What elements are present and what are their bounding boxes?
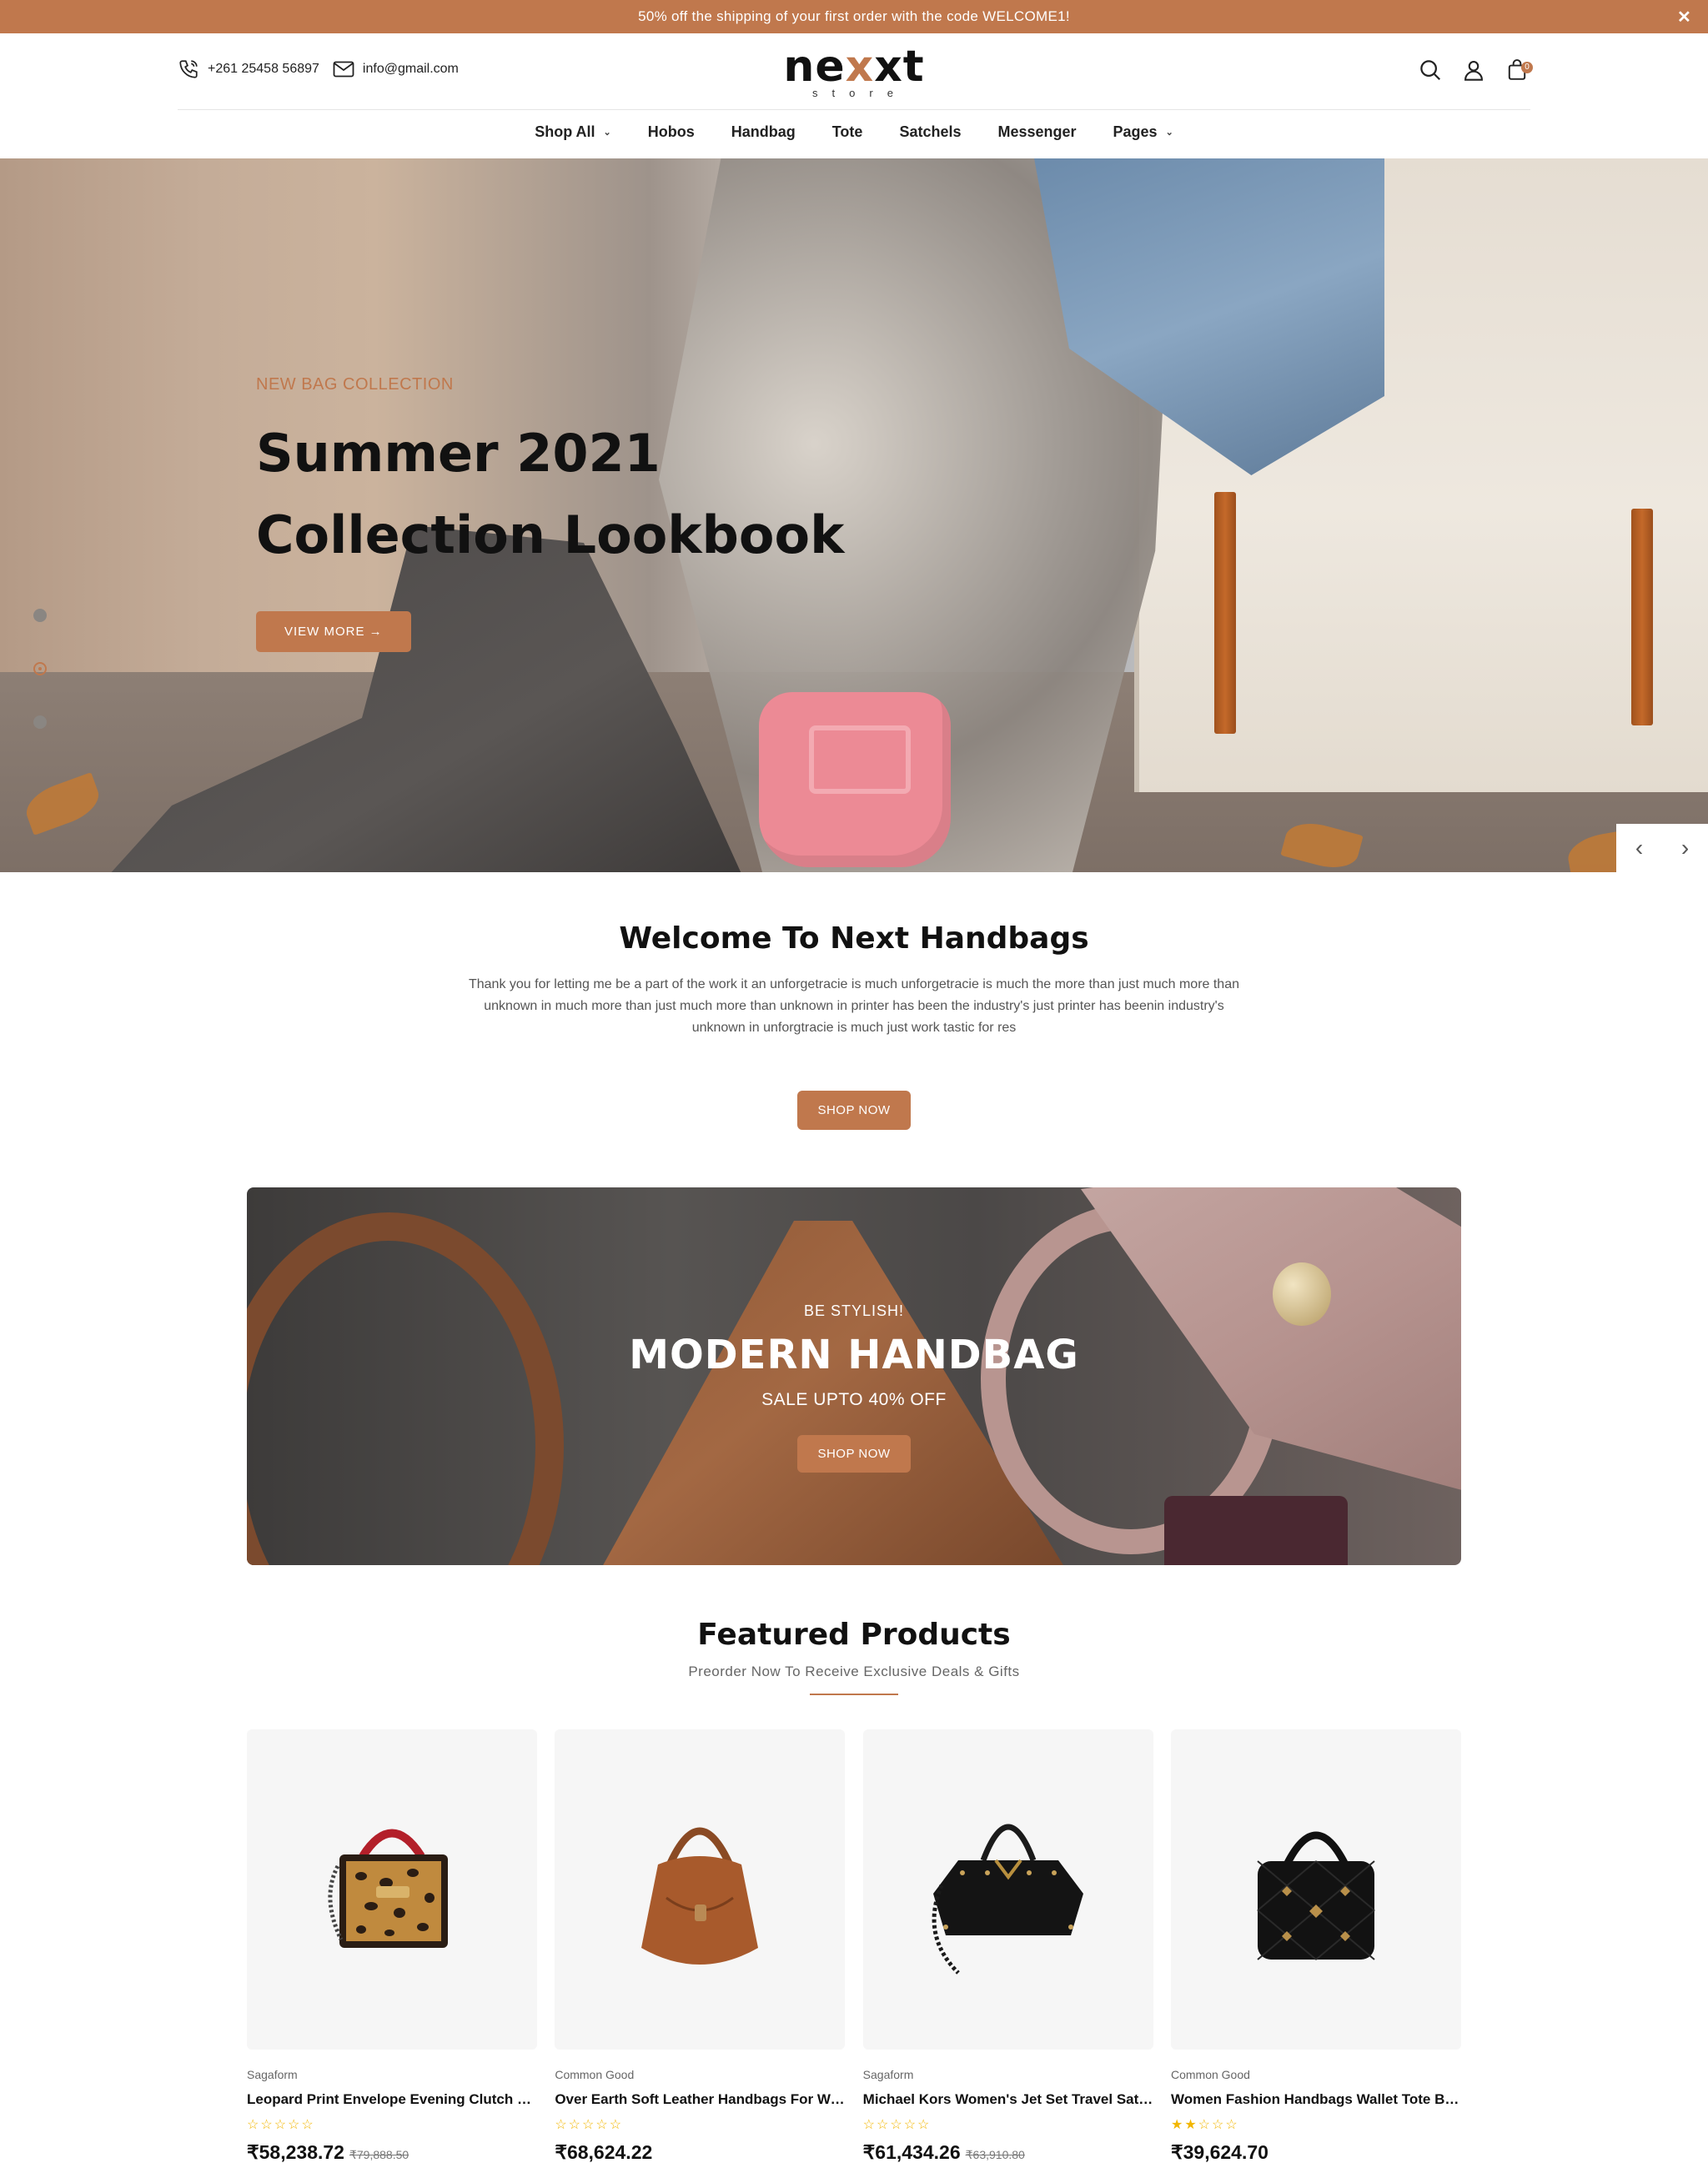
nav-satchels[interactable]: Satchels [899,123,961,141]
product-name[interactable]: Women Fashion Handbags Wallet Tote Bag [1171,2091,1461,2108]
mail-icon [333,61,354,78]
slider-dot-1[interactable] [33,609,47,622]
banner-shop-now-button[interactable]: SHOP NOW [797,1435,911,1473]
product-image[interactable] [1170,1729,1461,2050]
current-price: ₹39,624.70 [1170,2141,1268,2163]
product-name[interactable]: Michael Kors Women's Jet Set Travel Satc… [863,2091,1153,2108]
nav-shop-all[interactable]: Shop All ⌄ [535,123,611,141]
site-header: +261 25458 56897 info@gmail.com nexxt st… [0,33,1708,158]
product-image[interactable] [247,1729,537,2050]
product-image[interactable] [862,1729,1153,2050]
slider-arrows: ‹ › [1616,824,1708,872]
current-price: ₹61,434.26 [862,2141,961,2163]
header-divider [178,109,1530,110]
featured-divider [810,1694,898,1695]
hero-slider: NEW BAG COLLECTION Summer 2021 Collectio… [0,158,1708,872]
product-name[interactable]: Over Earth Soft Leather Handbags For Wom… [555,2091,845,2108]
logo-wordmark: nexxt [783,42,925,92]
product-image[interactable] [555,1729,846,2050]
welcome-text: Thank you for letting me be a part of th… [468,977,1239,1035]
rating-stars: ★★☆☆☆ [1170,2118,1239,2132]
account-icon[interactable] [1460,57,1487,83]
announcement-bar: 50% off the shipping of your first order… [0,0,1708,33]
store-logo[interactable]: nexxt store [771,43,937,99]
product-brand: Common Good [555,2068,635,2081]
banner-title: MODERN HANDBAG [629,1332,1079,1378]
product-card[interactable]: Sagaform Leopard Print Envelope Evening … [247,1729,537,2164]
nav-tote[interactable]: Tote [832,123,863,141]
banner-subtitle: SALE UPTO 40% OFF [761,1390,947,1409]
nav-messenger[interactable]: Messenger [997,123,1076,141]
current-price: ₹58,238.72 [247,2141,344,2163]
announcement-text: 50% off the shipping of your first order… [638,8,1070,24]
slider-dot-3[interactable] [33,715,47,729]
original-price: ₹79,888.50 [349,2148,409,2161]
hero-kicker: NEW BAG COLLECTION [256,375,454,394]
featured-subtitle: Preorder Now To Receive Exclusive Deals … [688,1664,1020,1679]
search-icon[interactable] [1417,57,1444,83]
welcome-section: Welcome To Next Handbags Thank you for l… [0,921,1708,1130]
rating-stars: ☆☆☆☆☆ [247,2118,315,2132]
nav-hobos[interactable]: Hobos [648,123,695,141]
banner-burgundy-bag-image [1164,1496,1348,1565]
email-contact[interactable]: info@gmail.com [333,60,459,78]
nav-pages[interactable]: Pages ⌄ [1113,123,1173,141]
welcome-title: Welcome To Next Handbags [619,921,1089,956]
current-price: ₹68,624.22 [555,2141,653,2163]
product-price: ₹58,238.72 ₹79,888.50 [247,2141,537,2164]
hero-content: NEW BAG COLLECTION Summer 2021 Collectio… [256,375,844,652]
slider-dots [33,609,47,769]
shop-now-button[interactable]: SHOP NOW [797,1091,911,1130]
email-address: info@gmail.com [362,62,459,76]
product-grid: Sagaform Leopard Print Envelope Evening … [247,1729,1461,2164]
chevron-right-icon[interactable]: › [1662,824,1708,872]
hero-title: Summer 2021 Collection Lookbook [256,423,845,565]
rating-stars: ☆☆☆☆☆ [555,2118,624,2132]
product-price: ₹61,434.26 ₹63,910.80 [863,2141,1153,2164]
product-brand: Sagaform [247,2068,298,2081]
banner-kicker: BE STYLISH! [803,1302,905,1319]
product-brand: Sagaform [862,2068,914,2081]
slider-dot-2[interactable] [33,662,47,675]
featured-title: Featured Products [697,1618,1011,1652]
main-nav: Shop All ⌄ Hobos Handbag Tote Satchels Me… [0,123,1708,141]
phone-number: +261 25458 56897 [208,62,319,76]
chevron-left-icon[interactable]: ‹ [1616,824,1662,872]
product-brand: Common Good [1170,2068,1250,2081]
original-price: ₹63,910.80 [965,2148,1025,2161]
chevron-down-icon: ⌄ [1165,128,1173,138]
chevron-down-icon: ⌄ [603,128,611,138]
header-actions: 0 [1400,57,1533,83]
product-price: ₹68,624.22 [555,2141,845,2164]
phone-icon [179,60,198,78]
contact-info: +261 25458 56897 info@gmail.com [178,58,472,80]
cart-icon[interactable]: 0 [1504,57,1533,83]
product-price: ₹39,624.70 [1171,2141,1461,2164]
promo-banner[interactable]: BE STYLISH! MODERN HANDBAG SALE UPTO 40%… [247,1187,1461,1565]
featured-section: Featured Products Preorder Now To Receiv… [0,1618,1708,1695]
product-name[interactable]: Leopard Print Envelope Evening Clutch Ba… [247,2091,537,2108]
hero-pink-bag-image [759,692,951,867]
banner-content: BE STYLISH! MODERN HANDBAG SALE UPTO 40%… [247,1302,1461,1473]
product-card[interactable]: Common Good Women Fashion Handbags Walle… [1170,1729,1461,2164]
nav-handbag[interactable]: Handbag [731,123,796,141]
cart-count-badge: 0 [1521,62,1533,73]
product-card[interactable]: Sagaform Michael Kors Women's Jet Set Tr… [862,1729,1153,2164]
rating-stars: ☆☆☆☆☆ [862,2118,932,2132]
close-icon[interactable]: ✕ [1677,7,1691,28]
view-more-button[interactable]: VIEW MORE → [256,611,411,652]
product-card[interactable]: Common Good Over Earth Soft Leather Hand… [555,1729,846,2164]
phone-contact[interactable]: +261 25458 56897 [178,58,319,80]
